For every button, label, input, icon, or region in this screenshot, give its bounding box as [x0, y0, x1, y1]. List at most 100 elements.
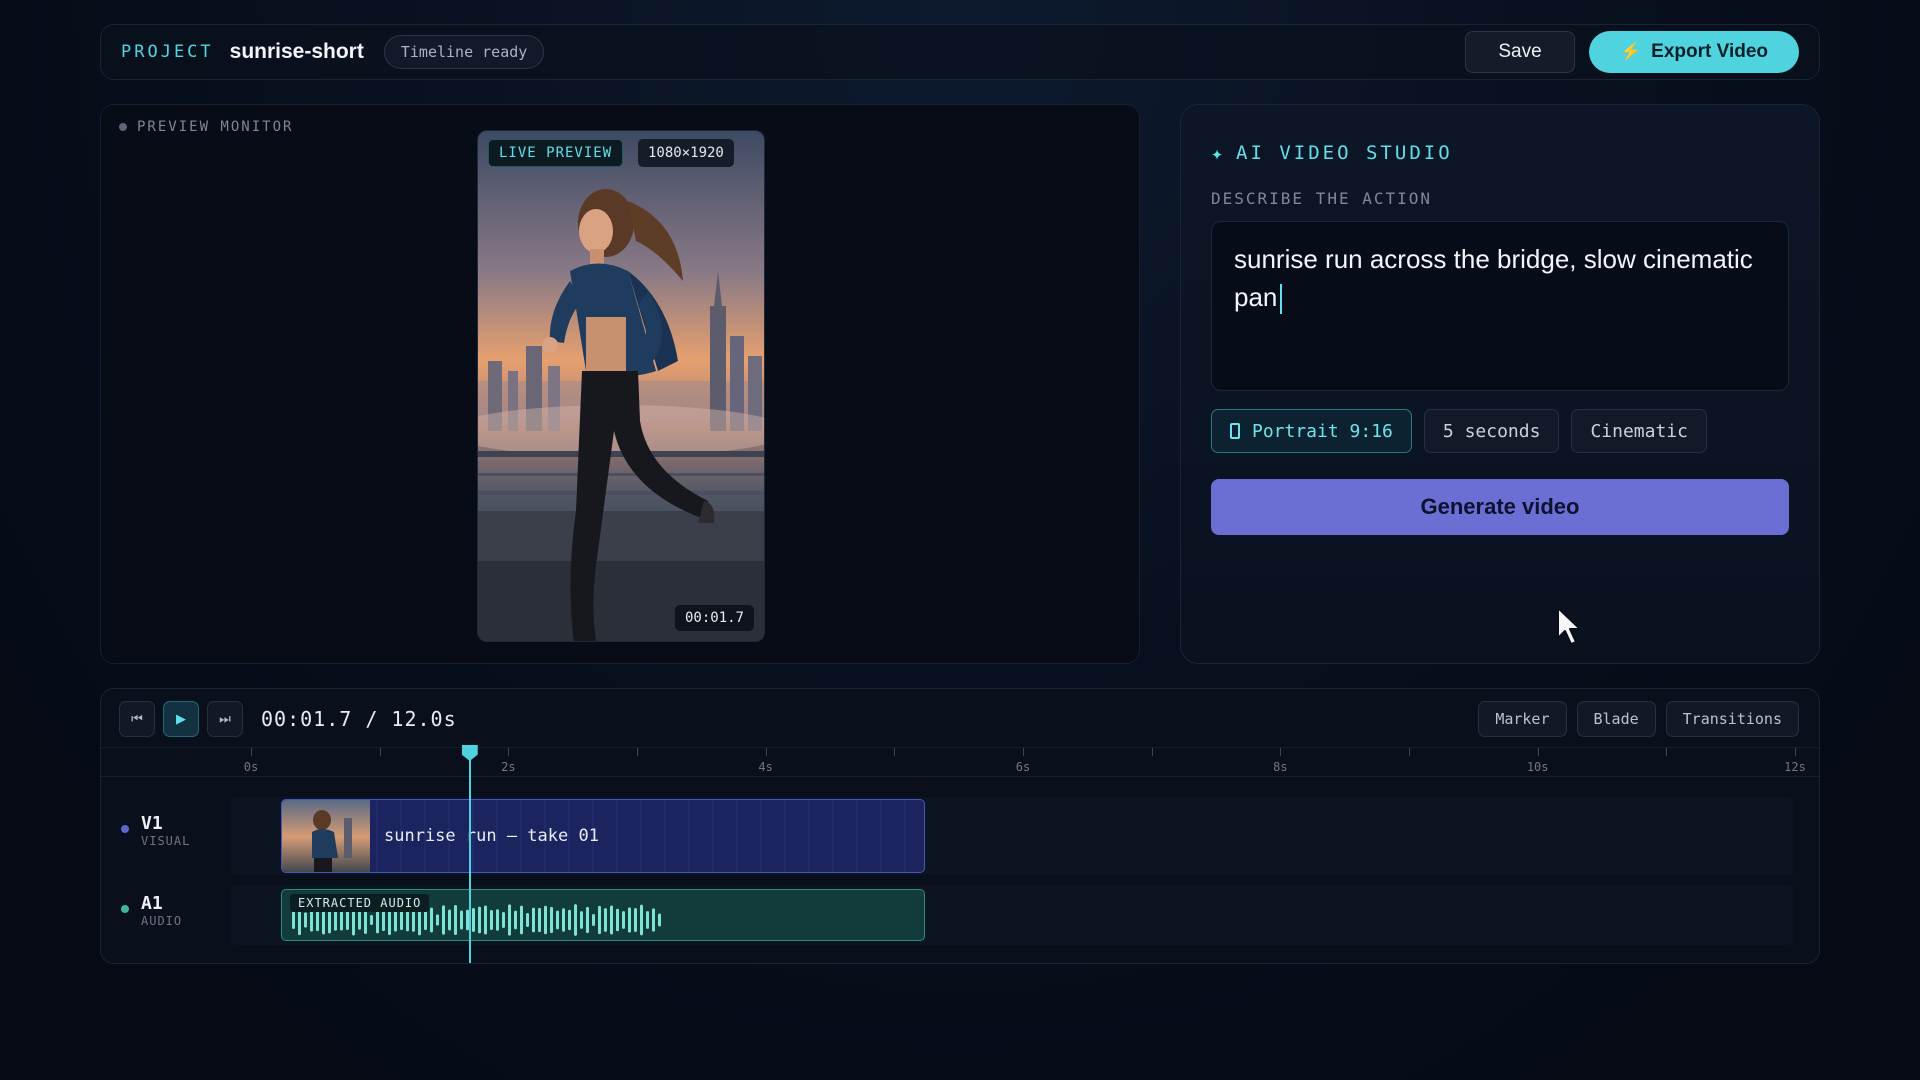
waveform-bar	[568, 909, 571, 931]
waveform-bar	[556, 910, 559, 930]
waveform-bar	[460, 910, 463, 930]
prompt-input[interactable]: sunrise run across the bridge, slow cine…	[1211, 221, 1789, 391]
waveform-bar	[592, 913, 595, 927]
marker-button[interactable]: Marker	[1478, 701, 1567, 737]
save-button[interactable]: Save	[1465, 31, 1575, 73]
describe-label: DESCRIBE THE ACTION	[1211, 189, 1433, 208]
waveform-bar	[646, 911, 649, 929]
preview-monitor: PREVIEW MONITOR LIVE PREVIEW 1080×1920 0…	[100, 104, 1140, 664]
waveform-bar	[382, 908, 385, 932]
waveform-bar	[634, 908, 637, 932]
track-a1-header: A1 AUDIO	[121, 893, 182, 928]
video-preview[interactable]: LIVE PREVIEW 1080×1920 00:01.7	[477, 130, 765, 642]
project-name[interactable]: sunrise-short	[230, 40, 364, 64]
waveform-bar	[334, 909, 337, 931]
ruler-label: 4s	[758, 760, 773, 774]
preview-monitor-heading: PREVIEW MONITOR	[119, 119, 293, 135]
ruler-tick	[765, 748, 767, 756]
export-video-button[interactable]: ⚡ Export Video	[1589, 31, 1799, 73]
status-dot-icon	[119, 123, 127, 131]
waveform-bar	[340, 909, 343, 931]
waveform-bar	[610, 905, 613, 935]
preview-timecode: 00:01.7	[674, 605, 754, 631]
skip-back-icon: ⏮	[131, 711, 143, 727]
studio-heading: ✦ AI VIDEO STUDIO	[1211, 141, 1453, 165]
waveform-bar	[478, 906, 481, 934]
waveform-bar	[508, 904, 511, 936]
ruler-label: 6s	[1015, 760, 1031, 774]
style-option[interactable]: Cinematic	[1571, 409, 1707, 453]
ruler-label: 10s	[1526, 760, 1549, 774]
status-badge: Timeline ready	[383, 35, 545, 69]
waveform-bar	[448, 909, 451, 931]
transitions-button[interactable]: Transitions	[1665, 701, 1799, 737]
waveform-bar	[652, 908, 655, 932]
track-v1-labels: V1 VISUAL	[141, 813, 190, 848]
generate-video-button[interactable]: Generate video	[1211, 479, 1789, 535]
skip-back-button[interactable]: ⏮	[119, 701, 155, 737]
aspect-ratio-label: Portrait 9:16	[1252, 420, 1393, 442]
portrait-icon	[1230, 423, 1240, 439]
waveform-bar	[436, 914, 439, 926]
clip-thumbnail	[282, 800, 370, 872]
ruler-tick	[1795, 748, 1796, 756]
waveform-bar	[358, 910, 361, 930]
track-type: AUDIO	[141, 914, 183, 928]
ruler-label: 12s	[1784, 760, 1806, 774]
ruler-tick	[1280, 748, 1282, 756]
track-type: VISUAL	[141, 834, 191, 848]
waveform-bar	[496, 909, 499, 931]
ai-video-studio-panel: ✦ AI VIDEO STUDIO DESCRIBE THE ACTION su…	[1180, 104, 1820, 664]
waveform-bar	[616, 908, 619, 932]
skip-forward-icon: ⏭	[219, 711, 231, 727]
text-caret	[1280, 284, 1283, 315]
waveform-bar	[622, 911, 625, 929]
duration-option[interactable]: 5 seconds	[1423, 409, 1560, 453]
play-button[interactable]: ▶	[163, 701, 199, 737]
ruler-tick	[637, 748, 638, 756]
waveform-bar	[520, 905, 523, 935]
waveform-bar	[454, 905, 457, 935]
waveform-bar	[316, 908, 319, 932]
waveform-bar	[628, 907, 631, 933]
waveform-bar	[502, 911, 505, 929]
waveform-bar	[424, 909, 427, 931]
ruler-tick	[894, 748, 896, 756]
waveform-bar	[550, 906, 553, 934]
export-video-label: Export Video	[1651, 41, 1768, 62]
playhead[interactable]	[468, 747, 471, 963]
track-a1: A1 AUDIO EXTRACTED AUDIO	[101, 885, 1819, 945]
ruler-tick	[1537, 748, 1539, 756]
waveform-bar	[544, 905, 547, 935]
waveform-bar	[490, 910, 493, 930]
track-v1: V1 VISUAL sunrise run — take 01	[101, 797, 1819, 875]
track-a1-labels: A1 AUDIO	[141, 893, 182, 928]
clip-thumbnail-image	[312, 810, 352, 872]
video-clip[interactable]: sunrise run — take 01	[281, 799, 925, 873]
timeline-panel: ⏮ ▶ ⏭ 00:01.7 / 12.0s Marker Blade Trans…	[100, 688, 1820, 964]
waveform-bar	[574, 904, 577, 936]
skip-forward-button[interactable]: ⏭	[207, 701, 243, 737]
ruler-tick	[1151, 748, 1153, 756]
timeline-ruler[interactable]: 0s 2s 4s 6s 8s 10s 12s	[101, 747, 1819, 777]
transport-controls: ⏮ ▶ ⏭ 00:01.7 / 12.0s	[119, 701, 457, 737]
studio-title: AI VIDEO STUDIO	[1236, 142, 1453, 164]
track-dot-icon	[121, 825, 129, 833]
track-name: A1	[141, 893, 163, 914]
track-name: V1	[141, 813, 163, 834]
video-clip-title: sunrise run — take 01	[384, 826, 599, 846]
ruler-tick	[508, 748, 510, 756]
prompt-text: sunrise run across the bridge, slow cine…	[1234, 244, 1753, 312]
ruler-tick	[1666, 748, 1668, 756]
ruler-label: 8s	[1273, 760, 1288, 774]
aspect-ratio-option[interactable]: Portrait 9:16	[1211, 409, 1412, 453]
ruler-tick	[251, 748, 252, 756]
audio-clip-label: EXTRACTED AUDIO	[290, 894, 430, 912]
ruler-tick	[1023, 748, 1024, 756]
waveform-bar	[370, 914, 373, 926]
waveform-bar	[514, 910, 517, 930]
audio-clip[interactable]: EXTRACTED AUDIO	[281, 889, 925, 941]
ruler-label: 0s	[243, 760, 259, 774]
waveform-bar	[346, 910, 349, 930]
blade-button[interactable]: Blade	[1576, 701, 1656, 737]
